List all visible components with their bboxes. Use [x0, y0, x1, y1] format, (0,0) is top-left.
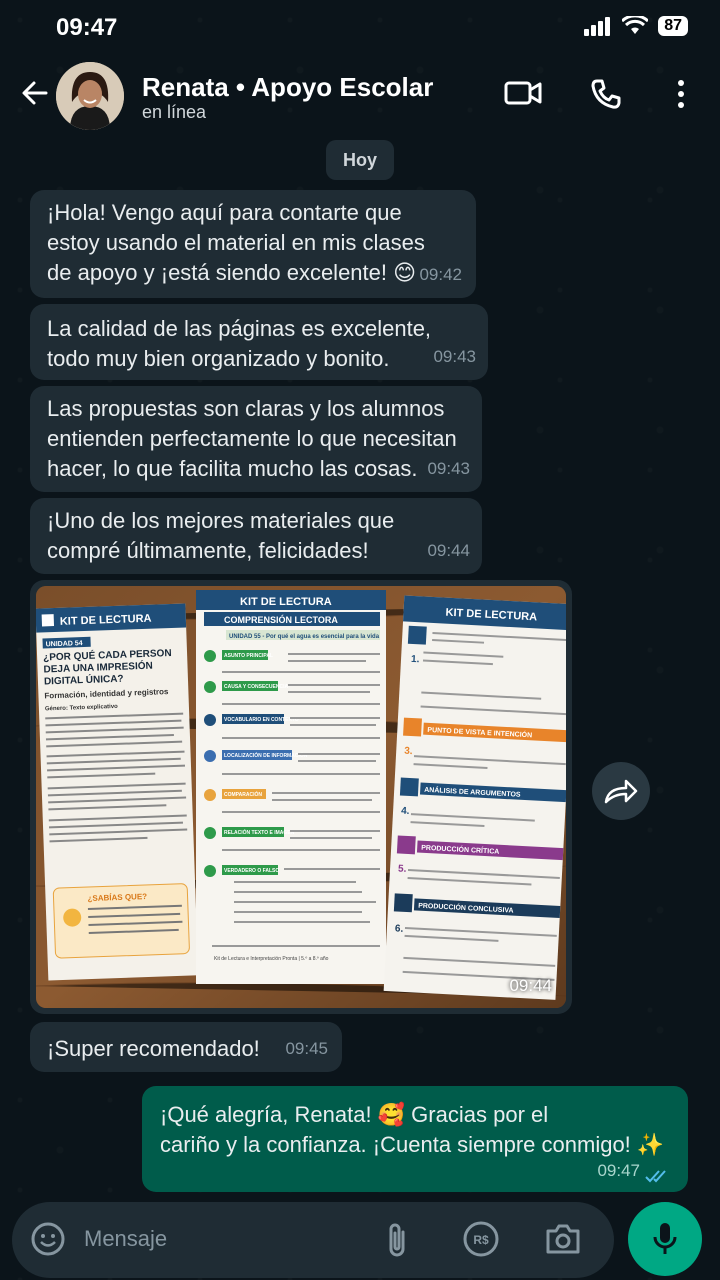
svg-text:4.: 4. [401, 806, 410, 817]
avatar[interactable] [56, 62, 124, 130]
camera-icon[interactable] [544, 1222, 582, 1256]
sheet2-item-5: COMPARACIÓN [224, 790, 262, 798]
worksheet-2: KIT DE LECTURA COMPRENSIÓN LECTORA UNIDA… [196, 590, 386, 984]
emoji-icon[interactable] [30, 1221, 66, 1257]
message-bubble-incoming[interactable]: ¡Uno de los mejores materiales que compr… [30, 498, 482, 574]
status-time: 09:47 [56, 14, 118, 41]
attach-icon[interactable] [384, 1220, 410, 1260]
sheet2-subtitle: COMPRENSIÓN LECTORA [224, 614, 338, 625]
message-time: 09:47 [597, 1161, 640, 1180]
svg-text:6.: 6. [395, 923, 404, 934]
message-time: 09:44 [427, 541, 470, 560]
sheet1-unit: UNIDAD 54 [46, 640, 83, 648]
photo-worksheets[interactable]: KIT DE LECTURA UNIDAD 54 ¿POR QUÉ CADA P… [36, 586, 566, 1008]
signal-icon [584, 17, 611, 36]
message-time: 09:43 [427, 459, 470, 478]
message-input[interactable]: Mensaje [84, 1226, 167, 1252]
back-arrow-icon[interactable] [20, 78, 50, 108]
contact-name[interactable]: Renata • Apoyo Escolar [142, 72, 433, 103]
sheet2-item-4: LOCALIZACIÓN DE INFORMACIÓN [224, 751, 308, 759]
message-text: ¡Super recomendado! [47, 1036, 260, 1061]
sheet2-footer: Kit de Lectura e Interpretación Pronta |… [214, 956, 329, 962]
worksheet-1: KIT DE LECTURA UNIDAD 54 ¿POR QUÉ CADA P… [36, 603, 199, 981]
contact-status: en línea [142, 102, 207, 122]
image-time: 09:44 [509, 976, 552, 995]
svg-text:3.: 3. [404, 746, 413, 757]
sheet2-unit: UNIDAD 55 - Por qué el agua es esencial … [229, 634, 380, 640]
sheet2-item-3: VOCABULARIO EN CONTEXTO [224, 717, 299, 723]
message-bubble-outgoing[interactable]: ¡Qué alegría, Renata! 🥰 Gracias por el c… [142, 1086, 688, 1192]
forward-button[interactable] [592, 762, 650, 820]
sheet2-item-2: CAUSA Y CONSECUENCIA [224, 684, 288, 690]
payment-icon[interactable]: R$ [462, 1220, 500, 1258]
message-bubble-incoming[interactable]: La calidad de las páginas es excelente, … [30, 304, 488, 380]
date-separator: Hoy [326, 140, 394, 180]
microphone-icon [653, 1223, 677, 1254]
sheet2-item-6: RELACIÓN TEXTO E IMAGEN [224, 828, 295, 836]
sheet2-item-7: VERDADERO O FALSO [224, 868, 279, 874]
status-bar: 09:47 87 [0, 0, 720, 56]
phone-call-icon[interactable] [590, 78, 622, 110]
more-options-icon[interactable] [674, 78, 688, 110]
read-receipt-icon [645, 1170, 666, 1183]
message-bubble-incoming[interactable]: ¡Super recomendado! 09:45 [30, 1022, 342, 1072]
wifi-icon [622, 16, 649, 34]
message-text: ¡Uno de los mejores materiales que compr… [47, 508, 395, 563]
worksheet-3: KIT DE LECTURA 1. PUNTO DE VISTA E INTEN… [383, 595, 566, 1000]
message-time: 09:42 [419, 265, 462, 284]
image-message[interactable]: KIT DE LECTURA UNIDAD 54 ¿POR QUÉ CADA P… [30, 580, 572, 1014]
message-text: ¡Qué alegría, Renata! 🥰 Gracias por el c… [160, 1102, 665, 1157]
message-bubble-incoming[interactable]: ¡Hola! Vengo aquí para contarte que esto… [30, 190, 476, 298]
voice-message-button[interactable] [628, 1202, 702, 1276]
sheet2-item-1: ASUNTO PRINCIPAL [224, 653, 273, 659]
message-text: La calidad de las páginas es excelente, … [47, 316, 432, 371]
chat-header: Renata • Apoyo Escolar en línea [0, 56, 720, 136]
message-bubble-incoming[interactable]: Las propuestas son claras y los alumnos … [30, 386, 482, 492]
message-text: ¡Hola! Vengo aquí para contarte que esto… [47, 200, 425, 285]
message-text: Las propuestas son claras y los alumnos … [47, 396, 457, 481]
forward-icon [604, 779, 638, 804]
svg-text:R$: R$ [473, 1233, 489, 1247]
svg-text:5.: 5. [398, 864, 407, 875]
video-call-icon[interactable] [504, 78, 542, 108]
message-time: 09:45 [285, 1039, 328, 1058]
message-time: 09:43 [433, 347, 476, 366]
svg-text:1.: 1. [411, 654, 420, 665]
sheet2-title: KIT DE LECTURA [240, 596, 332, 608]
battery-indicator: 87 [658, 16, 688, 36]
